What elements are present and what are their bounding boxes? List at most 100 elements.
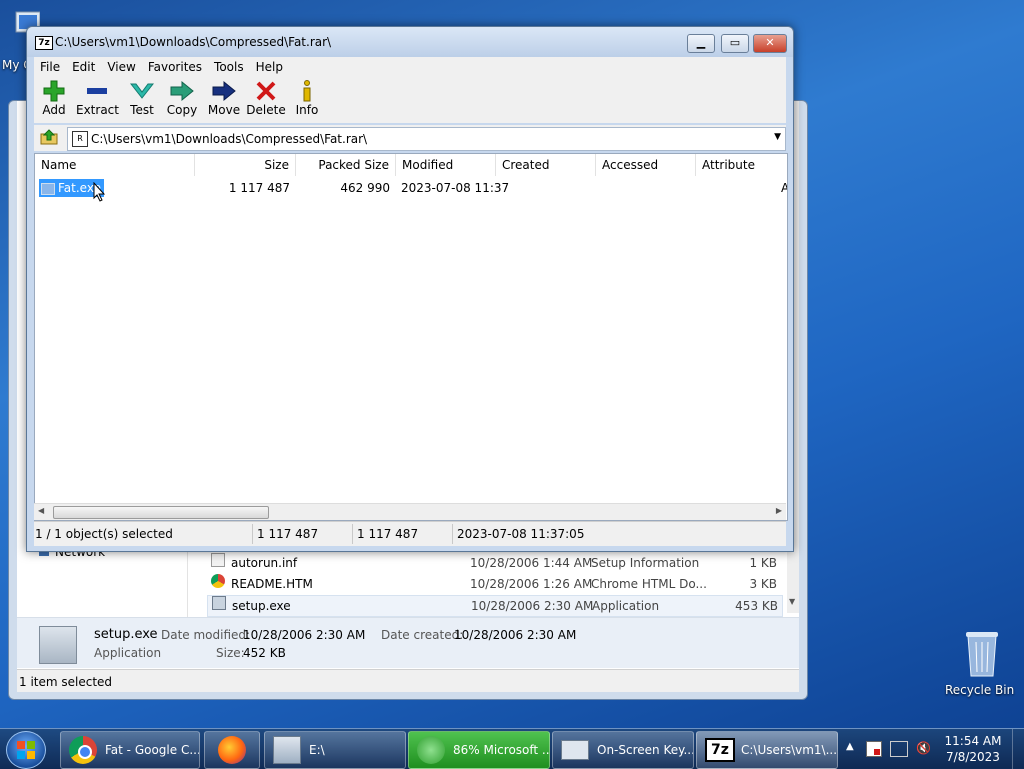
menu-file[interactable]: File: [34, 57, 66, 77]
taskbar-explorer[interactable]: E:\: [264, 731, 406, 769]
taskbar-7zip[interactable]: 7z C:\Users\vm1\...: [696, 731, 838, 769]
status-modified: 2023-07-08 11:37:05: [457, 527, 585, 541]
maximize-button[interactable]: ▭: [721, 34, 749, 53]
recycle-bin-icon: [966, 632, 998, 677]
column-name[interactable]: Name: [35, 154, 195, 176]
column-accessed[interactable]: Accessed: [596, 154, 696, 176]
recycle-bin-desktop-icon[interactable]: Recycle Bin: [940, 628, 1014, 697]
title-bar[interactable]: 7z C:\Users\vm1\Downloads\Compressed\Fat…: [27, 27, 793, 57]
close-button[interactable]: ✕: [753, 34, 787, 53]
checkmark-icon: [130, 83, 154, 99]
start-button[interactable]: [6, 731, 46, 769]
menu-help[interactable]: Help: [250, 57, 289, 77]
file-type: Setup Information: [591, 556, 700, 570]
file-size: 3 KB: [749, 577, 777, 591]
test-label: Test: [130, 103, 154, 117]
test-button[interactable]: Test: [124, 79, 160, 117]
file-name: autorun.inf: [231, 556, 298, 570]
copy-arrow-icon: [170, 80, 194, 102]
explorer-status-text: 1 item selected: [19, 675, 113, 689]
size-value: 452 KB: [243, 646, 286, 660]
up-folder-icon[interactable]: [40, 129, 58, 145]
info-icon: [303, 80, 311, 102]
status-size: 1 117 487: [257, 527, 319, 541]
delete-x-icon: [256, 81, 276, 101]
file-row[interactable]: autorun.inf 10/28/2006 1:44 AM Setup Inf…: [207, 553, 781, 573]
chrome-icon: [69, 736, 97, 764]
path-combobox[interactable]: R C:\Users\vm1\Downloads\Compressed\Fat.…: [67, 127, 786, 151]
minimize-button[interactable]: ▁: [687, 34, 715, 53]
action-center-icon[interactable]: [866, 741, 882, 757]
taskbar-onscreen-keyboard[interactable]: On-Screen Key...: [552, 731, 694, 769]
menu-edit[interactable]: Edit: [66, 57, 101, 77]
show-hidden-icons-button[interactable]: ▲: [846, 741, 854, 752]
status-packed: 1 117 487: [357, 527, 419, 541]
add-button[interactable]: Add: [38, 79, 70, 117]
file-size: 1 KB: [749, 556, 777, 570]
row-packed-size: 462 990: [340, 181, 390, 195]
rar-archive-icon: R: [72, 131, 88, 147]
info-button[interactable]: Info: [292, 79, 322, 117]
file-type: Application: [592, 599, 660, 613]
plus-icon: [43, 80, 65, 102]
7zip-window[interactable]: 7z C:\Users\vm1\Downloads\Compressed\Fat…: [26, 26, 794, 552]
status-separator: [252, 524, 253, 544]
drive-icon: [273, 736, 301, 764]
info-label: Info: [295, 103, 319, 117]
file-list[interactable]: Name Size Packed Size Modified Created A…: [34, 153, 788, 521]
taskbar-label: E:\: [309, 743, 325, 757]
inf-file-icon: [211, 553, 225, 567]
scroll-left-arrow[interactable]: ◀: [38, 506, 44, 515]
taskbar-chrome[interactable]: Fat - Google C...: [60, 731, 200, 769]
copy-button[interactable]: Copy: [164, 79, 200, 117]
menu-view[interactable]: View: [101, 57, 141, 77]
column-packed-size[interactable]: Packed Size: [296, 154, 396, 176]
row-modified: 2023-07-08 11:37: [401, 181, 510, 195]
date-created-value: 10/28/2006 2:30 AM: [454, 628, 577, 642]
date-modified-value: 10/28/2006 2:30 AM: [243, 628, 366, 642]
status-separator: [452, 524, 453, 544]
column-size[interactable]: Size: [195, 154, 296, 176]
status-separator: [352, 524, 353, 544]
column-attribute[interactable]: Attribute: [696, 154, 787, 176]
taskbar-download-manager[interactable]: 86% Microsoft ...: [408, 731, 550, 769]
delete-button[interactable]: Delete: [246, 79, 286, 117]
menu-bar: File Edit View Favorites Tools Help: [34, 57, 786, 77]
taskbar-label: C:\Users\vm1\...: [741, 743, 838, 757]
row-attribute: A: [781, 181, 787, 195]
chevron-down-icon[interactable]: ▼: [774, 132, 781, 142]
explorer-statusbar: 1 item selected: [17, 669, 799, 692]
row-size: 1 117 487: [228, 181, 290, 195]
clock[interactable]: 11:54 AM 7/8/2023: [944, 733, 1002, 765]
details-name: setup.exe: [94, 627, 158, 642]
menu-tools[interactable]: Tools: [208, 57, 250, 77]
scroll-thumb[interactable]: [53, 506, 269, 519]
move-arrow-icon: [212, 80, 236, 102]
keyboard-icon: [561, 740, 589, 760]
file-name: README.HTM: [231, 577, 313, 591]
details-type: Application: [94, 646, 162, 660]
volume-muted-icon[interactable]: 🔇: [916, 741, 931, 755]
taskbar-label: Fat - Google C...: [105, 743, 200, 757]
network-tray-icon[interactable]: [890, 741, 908, 757]
menu-favorites[interactable]: Favorites: [142, 57, 208, 77]
extract-button[interactable]: Extract: [76, 79, 119, 117]
recycle-bin-label: Recycle Bin: [945, 683, 1015, 697]
move-label: Move: [207, 103, 241, 117]
horizontal-scrollbar[interactable]: ◀ ▶: [34, 503, 786, 520]
scroll-down-arrow[interactable]: ▼: [789, 597, 795, 606]
column-created[interactable]: Created: [496, 154, 596, 176]
show-desktop-button[interactable]: [1012, 729, 1024, 769]
add-label: Add: [42, 103, 66, 117]
scroll-right-arrow[interactable]: ▶: [776, 506, 782, 515]
file-row[interactable]: README.HTM 10/28/2006 1:26 AM Chrome HTM…: [207, 574, 781, 594]
file-size: 453 KB: [735, 599, 778, 613]
file-row-selected[interactable]: setup.exe 10/28/2006 2:30 AM Application…: [207, 595, 783, 617]
archive-row[interactable]: Fat.exe 1 117 487 462 990 2023-07-08 11:…: [35, 179, 787, 197]
details-pane: setup.exe Application Date modified: 10/…: [17, 617, 799, 668]
taskbar-firefox[interactable]: [204, 731, 260, 769]
minus-icon: [87, 88, 107, 94]
path-text: C:\Users\vm1\Downloads\Compressed\Fat.ra…: [91, 132, 368, 146]
column-modified[interactable]: Modified: [396, 154, 496, 176]
move-button[interactable]: Move: [206, 79, 242, 117]
